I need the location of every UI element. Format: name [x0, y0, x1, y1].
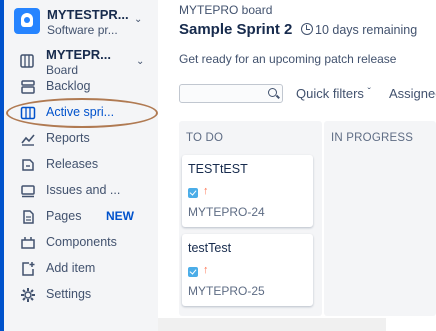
sidebar-item-label: Pages — [46, 209, 82, 223]
issue-title: TESTtEST — [188, 162, 248, 176]
backlog-icon — [21, 80, 35, 94]
project-avatar-icon — [14, 8, 40, 34]
breadcrumb[interactable]: MYTEPRO board — [179, 3, 272, 17]
chevron-down-icon[interactable]: ⌄ — [136, 56, 144, 67]
board-name: MYTEPR... — [46, 47, 112, 62]
issue-key: MYTEPRO-24 — [188, 205, 265, 219]
sidebar-item-settings[interactable]: Settings — [20, 284, 158, 306]
sidebar: MYTESTPR... Software pr... ⌄ MYTEPR... B… — [0, 0, 158, 331]
story-type-icon — [188, 267, 198, 277]
sidebar-item-label: Issues and ... — [46, 183, 121, 197]
sidebar-item-pages[interactable]: Pages NEW — [20, 206, 158, 228]
column-in-progress: IN PROGRESS — [324, 121, 436, 316]
remaining-text: 10 days remaining — [315, 23, 418, 37]
horizontal-scrollbar[interactable] — [158, 318, 386, 331]
quick-filters-label: Quick filters — [296, 86, 364, 101]
sidebar-item-backlog[interactable]: Backlog — [20, 76, 158, 98]
project-name: MYTESTPR... — [47, 7, 129, 22]
sidebar-item-label: Add item — [46, 261, 96, 275]
sprint-remaining: 10 days remaining — [301, 23, 417, 37]
components-icon — [21, 237, 35, 249]
add-item-icon — [22, 262, 35, 276]
issues-icon — [21, 185, 35, 198]
search-icon[interactable] — [268, 88, 277, 97]
sidebar-item-components[interactable]: Components — [20, 232, 158, 254]
search-input[interactable] — [179, 84, 283, 103]
page-title: Sample Sprint 2 — [179, 21, 293, 38]
column-title: TO DO — [186, 132, 224, 144]
priority-high-icon: ↑ — [203, 264, 209, 276]
sidebar-item-reports[interactable]: Reports — [20, 128, 158, 150]
sidebar-item-label: Reports — [46, 131, 90, 145]
reports-icon — [21, 134, 35, 146]
issue-card[interactable]: testTest ↑ MYTEPRO-25 — [182, 234, 313, 306]
board-icon — [20, 54, 34, 68]
pages-icon — [23, 210, 34, 224]
quick-filters-button[interactable]: Quick filters ˇ — [296, 86, 371, 101]
project-switcher[interactable]: MYTESTPR... Software pr... ⌄ — [14, 6, 154, 38]
sidebar-item-issues[interactable]: Issues and ... — [20, 180, 158, 202]
new-badge: NEW — [106, 209, 134, 223]
sidebar-item-label: Backlog — [46, 79, 91, 93]
sidebar-item-label: Components — [46, 235, 117, 249]
sidebar-item-releases[interactable]: Releases — [20, 154, 158, 176]
issue-title: testTest — [188, 241, 232, 255]
chevron-down-icon: ˇ — [367, 87, 371, 98]
priority-high-icon: ↑ — [203, 185, 209, 197]
sprint-goal: Get ready for an upcoming patch release — [179, 52, 397, 66]
board-type: Board — [46, 63, 79, 77]
column-title: IN PROGRESS — [331, 132, 414, 144]
issue-key: MYTEPRO-25 — [188, 284, 265, 298]
chevron-down-icon[interactable]: ⌄ — [134, 14, 142, 25]
settings-icon — [21, 288, 35, 302]
sidebar-item-add-item[interactable]: Add item — [20, 258, 158, 280]
story-type-icon — [188, 188, 198, 198]
issue-card[interactable]: TESTtEST ↑ MYTEPRO-24 — [182, 155, 313, 227]
releases-icon — [22, 159, 34, 171]
main-content: MYTEPRO board Sample Sprint 2 10 days re… — [158, 0, 436, 331]
sidebar-accent-strip — [0, 0, 4, 331]
project-type: Software pr... — [47, 23, 118, 37]
sidebar-item-label: Settings — [46, 287, 92, 301]
clock-icon — [301, 23, 313, 35]
sidebar-item-label: Releases — [46, 157, 99, 171]
column-todo: TO DO TESTtEST ↑ MYTEPRO-24 testTest ↑ M… — [179, 121, 322, 316]
assignee-filter[interactable]: Assignee — [389, 86, 436, 101]
highlight-annotation — [6, 98, 158, 128]
